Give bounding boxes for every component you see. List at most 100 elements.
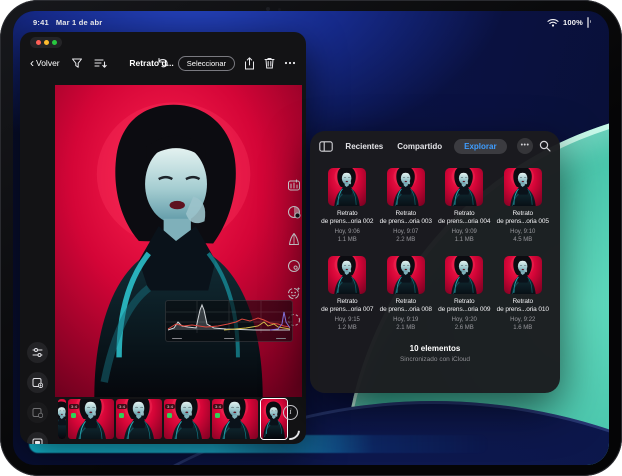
export-button[interactable] <box>27 372 48 393</box>
close-window-icon[interactable] <box>36 40 41 45</box>
filmstrip: 3:4 3:4 3:4 <box>58 399 288 439</box>
files-more-button[interactable]: ••• <box>517 138 533 154</box>
select-button[interactable]: Seleccionar <box>178 56 235 71</box>
item-count: 10 elementos <box>310 344 560 353</box>
auto-adjust-icon[interactable] <box>287 178 301 192</box>
file-modified-time: Hoy, 9:20 <box>435 317 494 323</box>
aspect-badge: 3:4 <box>117 404 127 409</box>
screenshot-stage: 9:41 Mar 1 de abr 100% <box>0 0 622 476</box>
file-item[interactable]: Retrato de prens...oria 004 Hoy, 9:09 1.… <box>435 168 494 243</box>
file-modified-time: Hoy, 9:22 <box>494 317 553 323</box>
files-tab[interactable]: Recientes <box>343 139 385 154</box>
back-button[interactable]: ‹ Volver <box>30 58 60 68</box>
file-size: 2.6 MB <box>435 325 494 331</box>
status-time: 9:41 <box>33 18 49 27</box>
info-button[interactable]: i <box>283 405 298 420</box>
more-icon[interactable] <box>284 61 296 65</box>
filmstrip-thumbnail[interactable]: 3:4 <box>164 399 210 439</box>
filmstrip-thumbnail[interactable]: 3:4 <box>68 399 114 439</box>
trash-icon[interactable] <box>264 57 275 69</box>
retouch-face-icon[interactable] <box>287 286 301 300</box>
aspect-badge: 3:4 <box>165 404 175 409</box>
file-thumbnail <box>504 168 542 206</box>
status-bar: 9:41 Mar 1 de abr 100% <box>13 15 609 29</box>
files-tab[interactable]: Explorar <box>454 139 506 154</box>
edited-indicator <box>215 413 220 418</box>
library-button[interactable] <box>27 432 48 444</box>
window-controls[interactable] <box>30 37 62 48</box>
editor-side-buttons <box>27 342 48 444</box>
histogram-axis-marks <box>166 338 292 340</box>
file-modified-time: Hoy, 9:19 <box>377 317 436 323</box>
histogram-overlay <box>165 300 293 342</box>
files-panel: Recientes Compartido Explorar ••• <box>310 131 560 393</box>
adjustments-button[interactable] <box>27 342 48 363</box>
minimize-window-icon[interactable] <box>44 40 49 45</box>
filmstrip-thumbnail[interactable]: 3:4 <box>212 399 258 439</box>
files-tab[interactable]: Compartido <box>395 139 444 154</box>
file-modified-time: Hoy, 9:15 <box>318 317 377 323</box>
ipad-frame: 9:41 Mar 1 de abr 100% <box>0 0 622 476</box>
white-balance-icon[interactable] <box>287 259 301 273</box>
ipad-screen: 9:41 Mar 1 de abr 100% <box>13 11 609 465</box>
file-thumbnail <box>328 256 366 294</box>
file-item[interactable]: Retrato de prens...oria 003 Hoy, 9:07 2.… <box>377 168 436 243</box>
file-thumbnail <box>445 168 483 206</box>
files-footer: 10 elementos Sincronizado con iCloud <box>310 344 560 363</box>
main-photo[interactable] <box>55 85 302 397</box>
file-name: Retrato de prens...oria 009 <box>435 298 494 315</box>
file-size: 1.6 MB <box>494 325 553 331</box>
filmstrip-thumbnail[interactable] <box>58 399 66 439</box>
file-thumbnail <box>387 168 425 206</box>
status-date: Mar 1 de abr <box>56 18 103 27</box>
edited-indicator <box>71 413 76 418</box>
battery-percent: 100% <box>563 18 583 27</box>
filter-funnel-icon[interactable] <box>71 57 83 69</box>
file-size: 4.5 MB <box>494 237 553 243</box>
file-name: Retrato de prens...oria 002 <box>318 210 377 227</box>
file-name: Retrato de prens...oria 005 <box>494 210 553 227</box>
file-thumbnail <box>328 168 366 206</box>
file-thumbnail <box>445 256 483 294</box>
sort-icon[interactable] <box>94 58 107 69</box>
aspect-badge: 3:4 <box>69 404 79 409</box>
back-label: Volver <box>36 58 60 68</box>
file-name: Retrato de prens...oria 004 <box>435 210 494 227</box>
battery-icon <box>587 18 589 27</box>
zoom-window-icon[interactable] <box>52 40 57 45</box>
file-modified-time: Hoy, 9:06 <box>318 229 377 235</box>
files-grid: Retrato de prens...oria 002 Hoy, 9:06 1.… <box>310 161 560 331</box>
curves-icon[interactable] <box>287 232 301 246</box>
files-header: Recientes Compartido Explorar ••• <box>310 131 560 161</box>
chevron-left-icon: ‹ <box>30 59 34 67</box>
file-size: 2.2 MB <box>377 237 436 243</box>
search-icon[interactable] <box>539 140 551 152</box>
edited-indicator <box>119 413 124 418</box>
files-tabs: Recientes Compartido Explorar <box>343 139 506 154</box>
file-item[interactable]: Retrato de prens...oria 007 Hoy, 9:15 1.… <box>318 256 377 331</box>
editor-toolbar: ‹ Volver Retrato d... Seleccionar <box>20 49 306 77</box>
file-item[interactable]: Retrato de prens...oria 008 Hoy, 9:19 2.… <box>377 256 436 331</box>
file-item[interactable]: Retrato de prens...oria 010 Hoy, 9:22 1.… <box>494 256 553 331</box>
copy-edits-button[interactable] <box>27 402 48 423</box>
filmstrip-thumbnail[interactable]: 3:4 <box>116 399 162 439</box>
file-item[interactable]: Retrato de prens...oria 002 Hoy, 9:06 1.… <box>318 168 377 243</box>
icloud-sync-status: Sincronizado con iCloud <box>310 356 560 363</box>
file-item[interactable]: Retrato de prens...oria 005 Hoy, 9:10 4.… <box>494 168 553 243</box>
share-icon[interactable] <box>244 57 255 70</box>
file-item[interactable]: Retrato de prens...oria 009 Hoy, 9:20 2.… <box>435 256 494 331</box>
file-name: Retrato de prens...oria 007 <box>318 298 377 315</box>
file-name: Retrato de prens...oria 010 <box>494 298 553 315</box>
file-name: Retrato de prens...oria 003 <box>377 210 436 227</box>
histogram-blue-curve <box>270 312 290 330</box>
file-modified-time: Hoy, 9:09 <box>435 229 494 235</box>
wifi-icon <box>547 18 559 27</box>
file-thumbnail <box>504 256 542 294</box>
sidebar-toggle-icon[interactable] <box>319 141 333 152</box>
file-size: 1.1 MB <box>318 237 377 243</box>
filters-icon[interactable] <box>287 205 301 219</box>
file-size: 1.1 MB <box>435 237 494 243</box>
photo-editor-window: ‹ Volver Retrato d... Seleccionar <box>20 32 306 444</box>
file-modified-time: Hoy, 9:10 <box>494 229 553 235</box>
editor-title: Retrato d... <box>129 58 173 68</box>
